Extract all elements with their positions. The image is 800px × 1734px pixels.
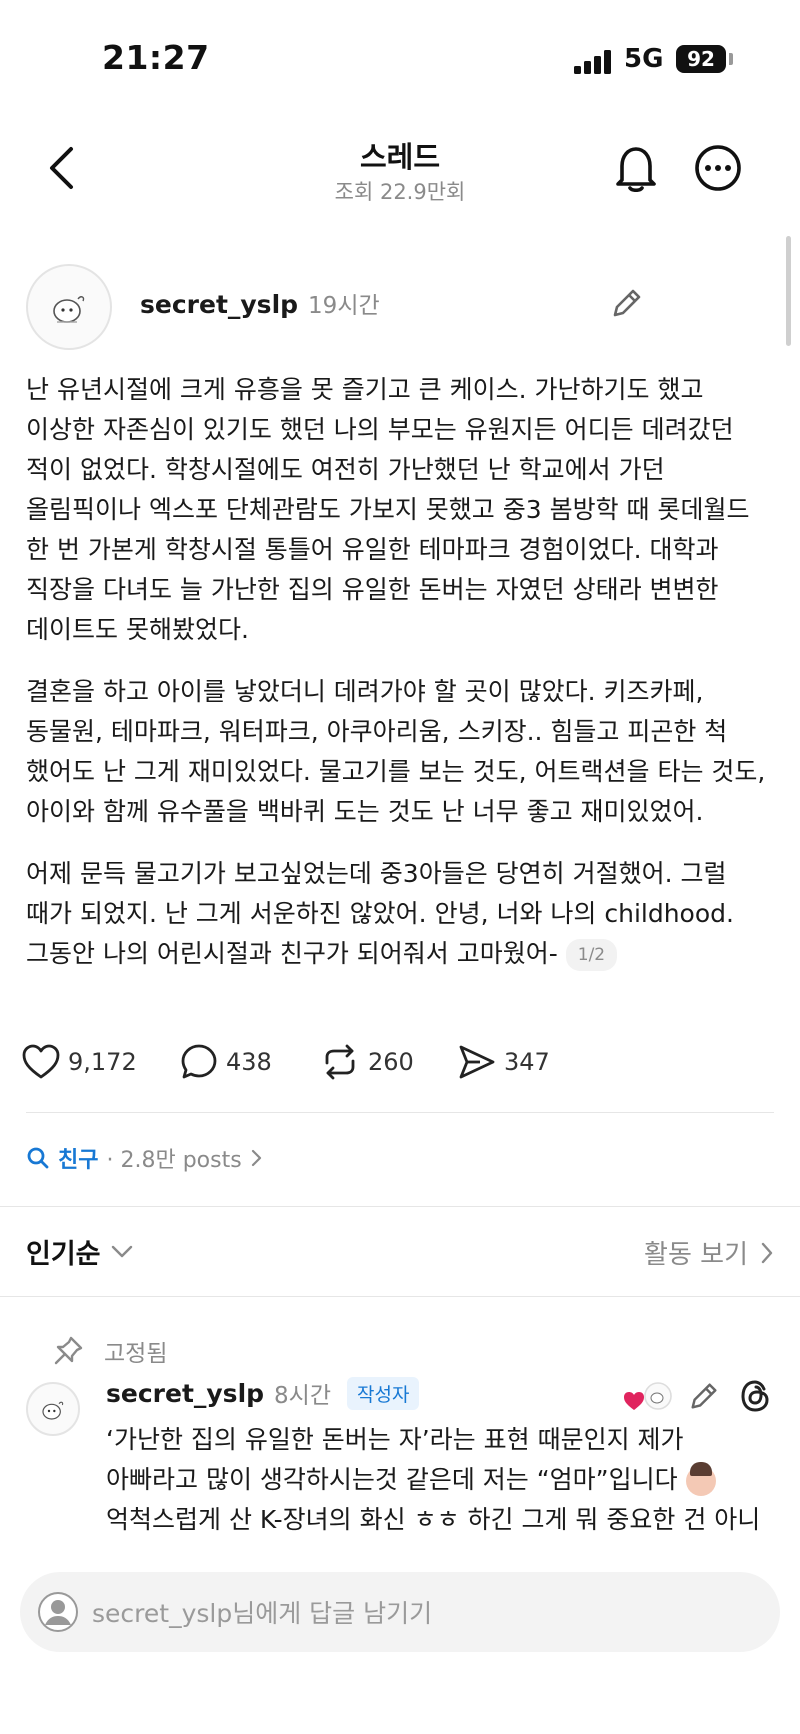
pin-icon — [54, 1336, 83, 1365]
author-badge: 작성자 — [347, 1376, 420, 1410]
chevron-down-icon — [111, 1245, 132, 1257]
section-divider — [0, 1206, 800, 1207]
comment-author-name[interactable]: secret_yslp — [106, 1379, 264, 1408]
bell-icon — [616, 147, 656, 192]
more-icon — [695, 145, 741, 191]
chevron-right-icon — [251, 1149, 261, 1167]
user-avatar-icon — [38, 1592, 78, 1632]
post-paragraph: 난 유년시절에 크게 유흥을 못 즐기고 큰 케이스. 가난하기도 했고 이상한… — [26, 375, 750, 644]
page-title: 스레드 — [359, 140, 441, 174]
comment-author-avatar[interactable] — [26, 1382, 80, 1436]
topic-post-count: · 2.8만 posts — [106, 1148, 242, 1173]
pinned-label: 고정됨 — [104, 1341, 168, 1367]
chevron-right-icon — [761, 1242, 773, 1263]
post-author-name[interactable]: secret_yslp — [140, 290, 298, 319]
post-timestamp: 19시간 — [308, 293, 380, 319]
share-button[interactable]: 347 — [458, 1040, 550, 1084]
post-author-row: secret_yslp 19시간 — [140, 286, 380, 320]
edit-post-button[interactable] — [608, 284, 646, 322]
notification-button[interactable] — [608, 138, 664, 198]
sort-dropdown[interactable]: 인기순 — [26, 1232, 133, 1271]
network-type: 5G — [624, 44, 664, 74]
view-activity-link[interactable]: 활동 보기 — [644, 1234, 774, 1271]
status-time: 21:27 — [102, 38, 210, 77]
comment-actions — [622, 1376, 778, 1416]
post-paragraph: 결혼을 하고 아이를 낳았더니 데려가야 할 곳이 많았다. 키즈카페, 동물원… — [26, 677, 766, 826]
topic-name: 친구 — [58, 1148, 99, 1173]
post-author-avatar[interactable] — [26, 264, 112, 350]
pinned-indicator: 고정됨 — [52, 1334, 167, 1368]
comment-header: secret_yslp 8시간 작성자 — [106, 1376, 420, 1410]
activity-label: 활동 보기 — [644, 1240, 748, 1270]
comment-text-part: 억척스럽게 산 K-장녀의 화신 ㅎㅎ 하긴 그게 뭐 중요한 건 아니 — [106, 1505, 761, 1534]
share-count: 347 — [504, 1048, 550, 1076]
divider — [26, 1112, 774, 1113]
search-icon — [27, 1147, 49, 1169]
battery-icon: 92 — [676, 45, 726, 73]
thread-header: 스레드 조회 22.9만회 — [0, 120, 800, 220]
woman-raising-hand-emoji — [685, 1462, 716, 1496]
post-actions: 9,172 438 260 347 — [22, 1040, 722, 1084]
section-divider — [0, 1296, 800, 1297]
status-bar: 21:27 5G 92 — [0, 0, 800, 120]
pencil-icon — [613, 289, 641, 317]
comment-timestamp: 8시간 — [274, 1383, 332, 1409]
repost-count: 260 — [368, 1048, 414, 1076]
avatar-mascot-icon — [42, 1401, 64, 1420]
repost-icon — [325, 1044, 355, 1080]
scroll-indicator[interactable] — [786, 236, 791, 346]
liked-by-author-icon[interactable] — [622, 1380, 676, 1416]
comment-text-part: ‘가난한 집의 유일한 돈버는 자’라는 표현 때문인지 제가 아빠라고 많이 … — [106, 1425, 686, 1494]
signal-icon — [574, 50, 614, 74]
post-paragraph-text: 어제 문득 물고기가 보고싶었는데 중3아들은 당연히 거절했어. 그럴 때가 … — [26, 859, 734, 968]
reply-placeholder: secret_yslp님에게 답글 남기기 — [92, 1599, 433, 1628]
comment-count: 438 — [226, 1048, 272, 1076]
more-options-button[interactable] — [690, 138, 746, 198]
sort-label: 인기순 — [26, 1239, 101, 1270]
avatar-mascot-icon — [53, 296, 85, 323]
topic-tag[interactable]: 친구 · 2.8만 posts — [26, 1142, 262, 1174]
repost-button[interactable]: 260 — [320, 1040, 414, 1084]
page-indicator[interactable]: 1/2 — [565, 939, 618, 971]
reply-input[interactable]: secret_yslp님에게 답글 남기기 — [20, 1572, 780, 1652]
threads-logo-icon[interactable] — [738, 1378, 774, 1414]
comment-text: ‘가난한 집의 유일한 돈버는 자’라는 표현 때문인지 제가 아빠라고 많이 … — [106, 1420, 778, 1540]
post-paragraph-last: 어제 문득 물고기가 보고싶었는데 중3아들은 당연히 거절했어. 그럴 때가 … — [26, 854, 778, 974]
like-count: 9,172 — [68, 1048, 137, 1076]
comment-button[interactable]: 438 — [180, 1040, 272, 1084]
view-count: 조회 22.9만회 — [334, 180, 466, 204]
heart-icon — [22, 1044, 60, 1079]
comment-icon — [181, 1044, 217, 1079]
like-button[interactable]: 9,172 — [22, 1040, 137, 1084]
send-icon — [459, 1045, 495, 1079]
battery-tip — [729, 53, 733, 65]
pencil-icon[interactable] — [688, 1380, 720, 1412]
post-body: 난 유년시절에 크게 유흥을 못 즐기고 큰 케이스. 가난하기도 했고 이상한… — [26, 370, 778, 996]
